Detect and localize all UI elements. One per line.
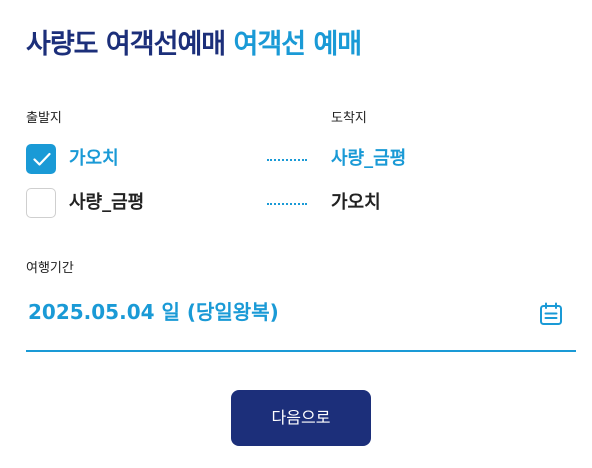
travel-date-value: 2025.05.04 일 (당일왕복) bbox=[28, 300, 279, 324]
destination-label: 도착지 bbox=[331, 111, 367, 126]
page-title-main: 사량도 여객선예매 bbox=[26, 29, 226, 60]
route-option-2-checkbox[interactable] bbox=[26, 188, 56, 218]
origin-label: 출발지 bbox=[26, 111, 62, 126]
page-title: 사량도 여객선예매 여객선 예매 bbox=[26, 26, 363, 64]
next-button[interactable]: 다음으로 bbox=[231, 390, 371, 446]
calendar-icon[interactable] bbox=[539, 302, 563, 326]
travel-period-label: 여행기간 bbox=[26, 261, 74, 276]
route-option-1[interactable]: 가오치 사량_금평 bbox=[26, 144, 576, 176]
route-connector bbox=[267, 159, 307, 161]
route-option-2-origin[interactable]: 사량_금평 bbox=[69, 188, 144, 218]
route-option-1-checkbox[interactable] bbox=[26, 144, 56, 174]
route-option-1-destination[interactable]: 사량_금평 bbox=[331, 144, 406, 174]
route-option-2-destination[interactable]: 가오치 bbox=[331, 188, 381, 218]
travel-date-field[interactable]: 2025.05.04 일 (당일왕복) bbox=[26, 292, 576, 352]
route-connector bbox=[267, 203, 307, 205]
page-title-accent: 여객선 예매 bbox=[233, 29, 363, 60]
route-option-2[interactable]: 사량_금평 가오치 bbox=[26, 188, 576, 220]
route-option-1-origin[interactable]: 가오치 bbox=[69, 144, 119, 174]
check-icon bbox=[33, 152, 51, 166]
